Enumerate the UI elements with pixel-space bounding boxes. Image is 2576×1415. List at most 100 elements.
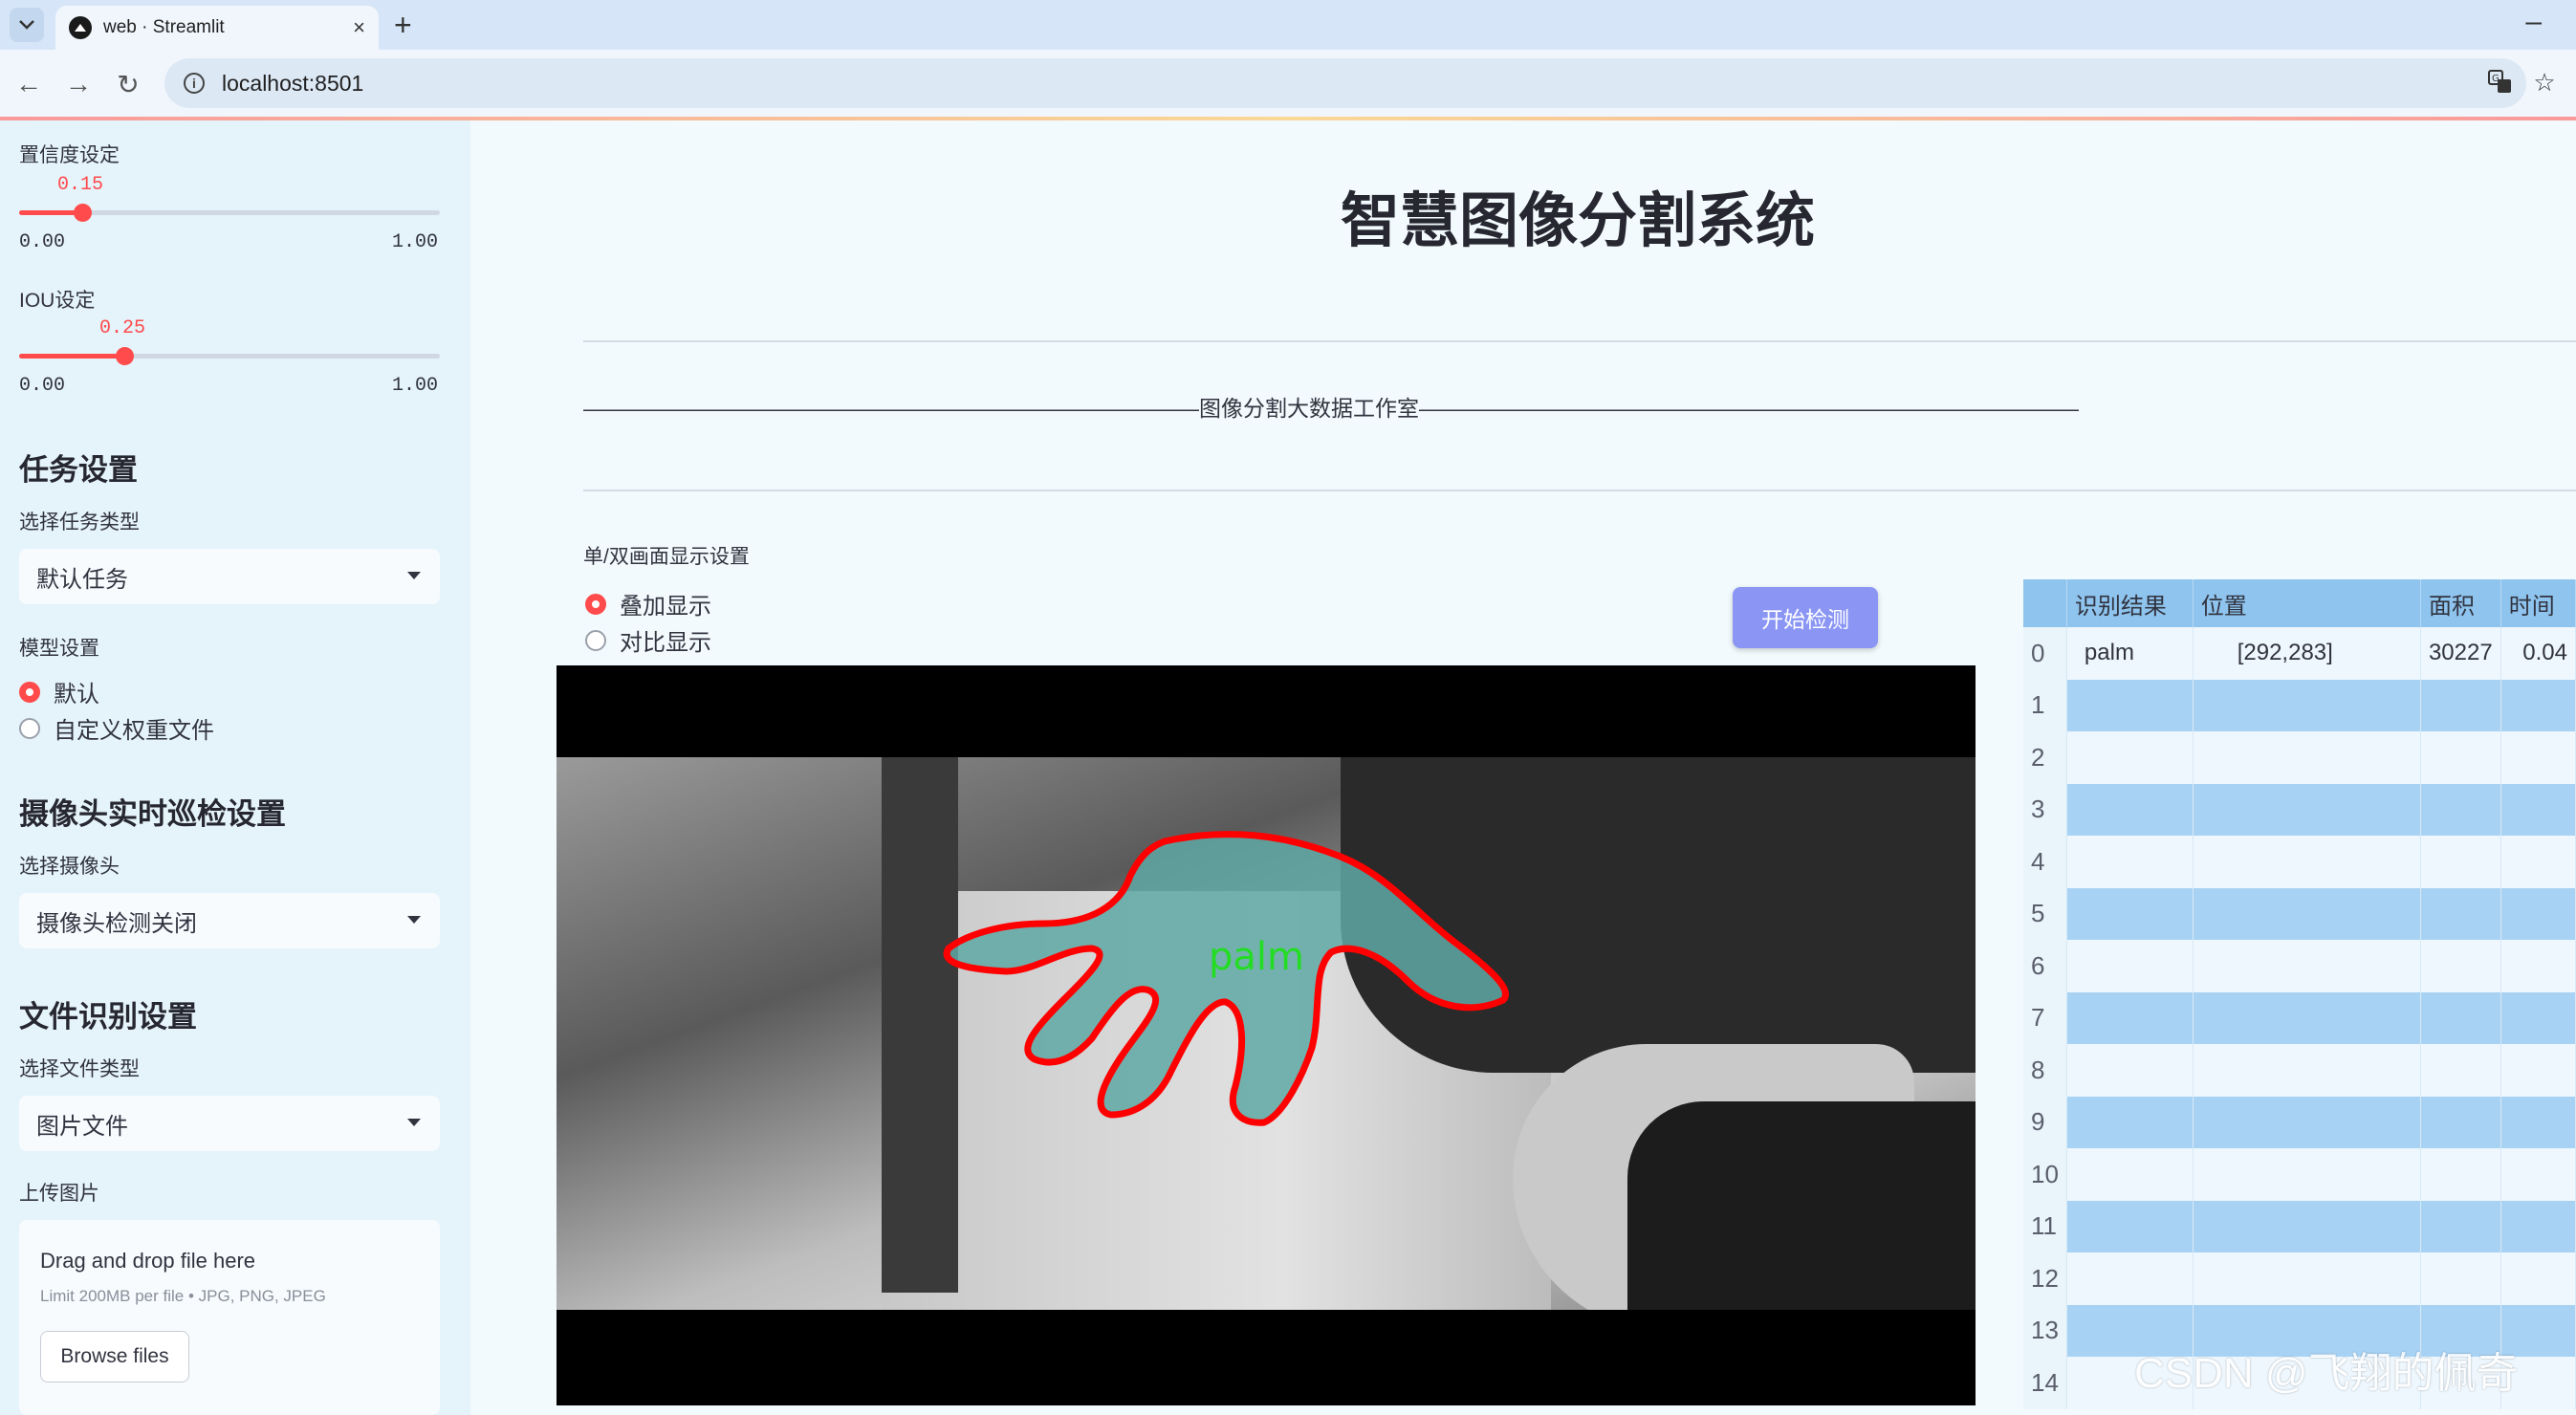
radio-unchecked-icon[interactable] — [585, 629, 606, 651]
cell-result — [2066, 836, 2194, 888]
cell-result — [2066, 731, 2194, 784]
col-header-index[interactable] — [2023, 579, 2067, 627]
radio-checked-icon[interactable] — [585, 593, 606, 615]
table-row[interactable]: 12 — [2023, 1252, 2576, 1305]
table-row[interactable]: 0 palm [292,283] 30227 0.04 — [2023, 627, 2576, 680]
back-icon[interactable]: ← — [10, 65, 48, 103]
display-option-overlay[interactable]: 叠加显示 — [585, 587, 711, 620]
browser-tab[interactable]: web · Streamlit × — [55, 6, 379, 50]
task-type-select[interactable]: 默认任务 — [19, 549, 440, 604]
table-row[interactable]: 2 — [2023, 731, 2576, 784]
iou-slider[interactable] — [19, 347, 440, 365]
cell-position — [2193, 783, 2421, 836]
cell-area: 30227 — [2420, 627, 2501, 680]
upload-limit-text: Limit 200MB per file • JPG, PNG, JPEG — [40, 1287, 326, 1305]
results-table[interactable]: 识别结果 位置 面积 时间 0 palm [292,283] 30227 0.04 1 2 3… — [2023, 579, 2576, 1415]
csdn-watermark: CSDN @飞翔的佩奇 — [2134, 1350, 2519, 1397]
iou-slider-fill — [19, 354, 124, 359]
cell-position — [2193, 1044, 2421, 1097]
file-type-select[interactable]: 图片文件 — [19, 1096, 440, 1151]
camera-select-label: 选择摄像头 — [19, 856, 120, 878]
translate-icon[interactable]: G — [2484, 66, 2517, 98]
camera-select-value: 摄像头检测关闭 — [36, 910, 197, 937]
file-type-value: 图片文件 — [36, 1113, 128, 1140]
cell-position — [2193, 1252, 2421, 1305]
cell-result — [2066, 887, 2194, 940]
table-row[interactable]: 8 — [2023, 1044, 2576, 1097]
row-index: 4 — [2023, 836, 2067, 888]
cell-position — [2193, 679, 2421, 731]
iou-slider-thumb[interactable] — [116, 347, 134, 365]
browse-files-button[interactable]: Browse files — [40, 1331, 189, 1382]
window-minimize-button[interactable]: – — [2525, 6, 2542, 38]
row-index: 12 — [2023, 1252, 2067, 1305]
col-header-position[interactable]: 位置 — [2193, 579, 2421, 627]
bookmark-star-icon[interactable]: ☆ — [2528, 66, 2561, 98]
chevron-down-icon — [407, 572, 421, 579]
cell-time — [2500, 887, 2576, 940]
forward-icon[interactable]: → — [59, 65, 98, 103]
svg-text:G: G — [2492, 74, 2500, 84]
cell-area — [2420, 836, 2501, 888]
camera-select[interactable]: 摄像头检测关闭 — [19, 893, 440, 948]
cell-result — [2066, 1252, 2194, 1305]
browser-address-bar: ← → ↻ i localhost:8501 G ☆ — [0, 50, 2576, 117]
iou-value: 0.25 — [99, 317, 146, 339]
file-uploader-dropzone[interactable]: Drag and drop file here Limit 200MB per … — [19, 1220, 440, 1415]
start-detection-button[interactable]: 开始检测 — [1733, 587, 1878, 648]
detection-result-image: palm — [557, 665, 1976, 1405]
cell-time — [2500, 1200, 2576, 1252]
model-option-custom[interactable]: 自定义权重文件 — [19, 711, 214, 745]
table-row[interactable]: 6 — [2023, 940, 2576, 992]
table-row[interactable]: 10 — [2023, 1148, 2576, 1201]
table-row[interactable]: 5 — [2023, 887, 2576, 940]
confidence-slider[interactable] — [19, 204, 440, 222]
cell-time — [2500, 991, 2576, 1044]
confidence-slider-thumb[interactable] — [74, 204, 92, 222]
file-type-label: 选择文件类型 — [19, 1058, 140, 1080]
col-header-time[interactable]: 时间 — [2500, 579, 2576, 627]
tab-list-dropdown[interactable] — [10, 8, 44, 42]
col-header-result[interactable]: 识别结果 — [2066, 579, 2194, 627]
confidence-min: 0.00 — [19, 231, 66, 253]
table-row[interactable]: 1 — [2023, 679, 2576, 731]
page-title: 智慧图像分割系统 — [1340, 188, 1815, 254]
task-type-label: 选择任务类型 — [19, 512, 140, 533]
table-row[interactable]: 3 — [2023, 783, 2576, 836]
camera-settings-header: 摄像头实时巡检设置 — [19, 797, 286, 831]
cell-result: palm — [2066, 627, 2194, 680]
col-header-area[interactable]: 面积 — [2420, 579, 2501, 627]
table-row[interactable]: 4 — [2023, 836, 2576, 888]
results-table-grid: 识别结果 位置 面积 时间 0 palm [292,283] 30227 0.04 1 2 3… — [2023, 579, 2576, 1409]
segmentation-overlay: palm — [943, 831, 1509, 1126]
tab-close-icon[interactable]: × — [353, 15, 365, 40]
cell-time — [2500, 783, 2576, 836]
model-option-label: 默认 — [54, 682, 99, 708]
file-settings-header: 文件识别设置 — [19, 1000, 197, 1034]
display-option-label: 叠加显示 — [620, 594, 711, 620]
url-field[interactable]: i localhost:8501 — [164, 58, 2526, 108]
url-text: localhost:8501 — [222, 70, 364, 96]
tab-title: web · Streamlit — [103, 17, 225, 37]
task-settings-header: 任务设置 — [19, 453, 138, 487]
cell-area — [2420, 1200, 2501, 1252]
studio-banner: ————————————————————————————图像分割大数据工作室——… — [583, 396, 2079, 421]
cell-time — [2500, 1096, 2576, 1148]
model-option-default[interactable]: 默认 — [19, 675, 99, 708]
table-row[interactable]: 7 — [2023, 991, 2576, 1044]
new-tab-button[interactable]: + — [394, 8, 412, 42]
radio-unchecked-icon[interactable] — [19, 717, 40, 739]
cell-position — [2193, 731, 2421, 784]
display-option-compare[interactable]: 对比显示 — [585, 623, 711, 657]
confidence-label: 置信度设定 — [19, 144, 120, 166]
task-type-value: 默认任务 — [36, 566, 128, 593]
model-settings-label: 模型设置 — [19, 638, 99, 660]
site-info-icon[interactable]: i — [184, 73, 205, 94]
cell-time — [2500, 1148, 2576, 1201]
cell-result — [2066, 1148, 2194, 1201]
table-row[interactable]: 9 — [2023, 1096, 2576, 1148]
radio-checked-icon[interactable] — [19, 681, 40, 703]
table-row[interactable]: 11 — [2023, 1200, 2576, 1252]
reload-icon[interactable]: ↻ — [109, 65, 147, 103]
cell-area — [2420, 1096, 2501, 1148]
